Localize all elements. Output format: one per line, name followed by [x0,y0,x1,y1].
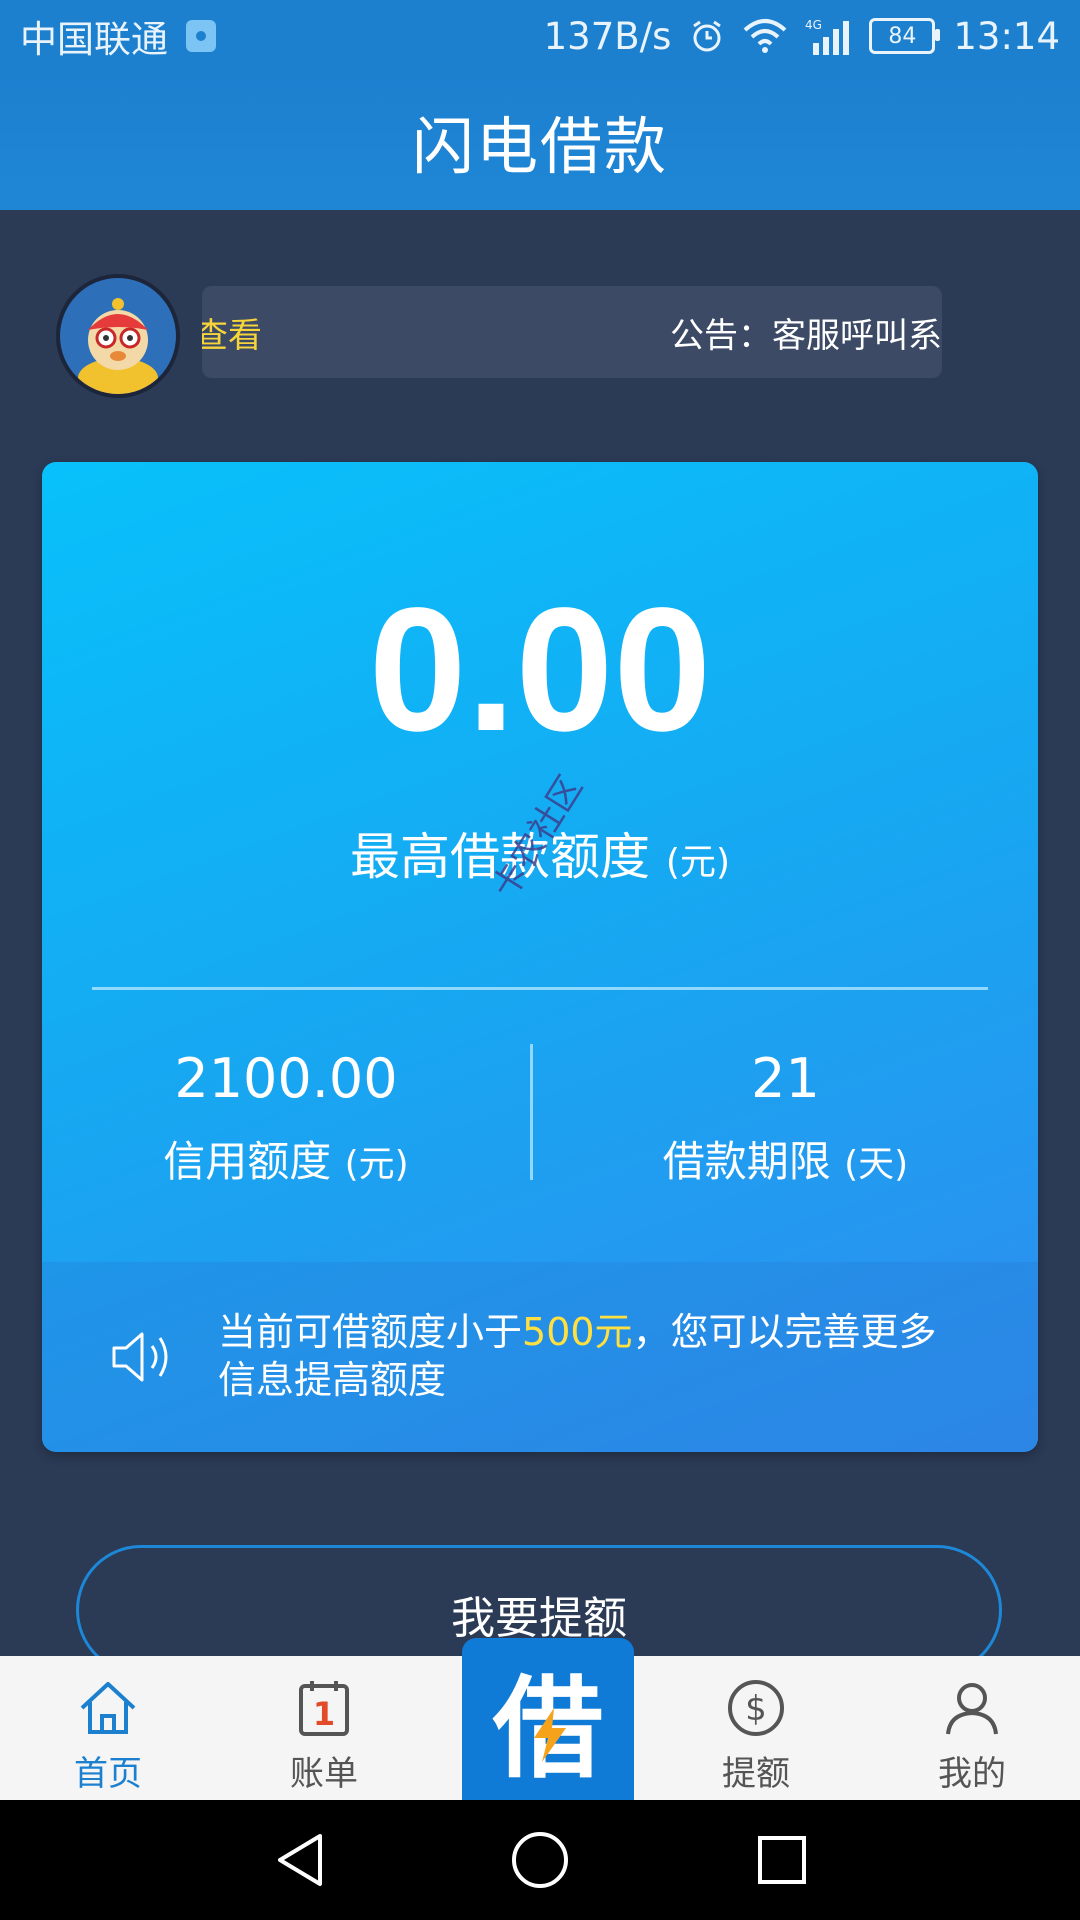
credit-limit-label: 信用额度 (元) [42,1128,530,1189]
credit-limit-value: 2100.00 [174,1047,398,1110]
loan-term-unit: (天) [844,1144,909,1185]
loan-term-value: 21 [751,1047,820,1110]
credit-limit-label-text: 信用额度 [163,1137,332,1186]
nav-raise[interactable]: $ 提额 [648,1656,864,1800]
nav-mine-label: 我的 [938,1754,1006,1794]
battery-level: 84 [888,23,917,49]
nav-mine[interactable]: 我的 [864,1656,1080,1800]
battery-icon: 84 [869,18,941,54]
announcement-ticker[interactable]: 查看 公告：客服呼叫系 [202,286,942,378]
carrier-name: 中国联通 [20,18,168,61]
signal-icon: 4G [805,18,850,55]
dollar-icon: $ [728,1680,784,1736]
nav-bills-label: 账单 [290,1754,358,1794]
max-loan-unit: (元) [665,842,730,883]
nav-borrow[interactable]: 借 [462,1638,634,1800]
ticker-text: 公告：客服呼叫系 [670,316,942,356]
back-icon[interactable] [272,1830,328,1890]
page-title: 闪电借款 [411,110,668,183]
nav-home[interactable]: 首页 [0,1656,216,1800]
wifi-icon [744,19,787,53]
clock: 13:14 [953,14,1060,58]
nav-bills[interactable]: 1 账单 [216,1656,432,1800]
nav-raise-label: 提额 [722,1754,790,1794]
svg-text:$: $ [745,1689,767,1729]
max-loan-amount: 0.00 [368,572,712,768]
ticker-link-text[interactable]: 查看 [202,308,262,357]
loan-card: 0.00 最高借款额度 (元) 2100.00 信用额度 (元) 21 借款期限… [42,462,1038,1452]
location-icon [186,20,216,52]
credit-limit-unit: (元) [344,1144,409,1185]
loan-term-label-text: 借款期限 [662,1137,831,1186]
loan-term-stat: 21 借款期限 (天) [533,1052,1038,1189]
app-header: 闪电借款 [0,72,1080,210]
mascot-icon [60,278,176,394]
alarm-icon [693,20,722,52]
card-divider [92,987,988,990]
net-speed: 137B/s [543,14,672,58]
recents-icon[interactable] [754,1830,810,1890]
network-type: 4G [805,18,822,32]
nav-home-label: 首页 [74,1754,142,1794]
status-bar: 中国联通 137B/s 4G 84 13:14 [0,0,1080,72]
avatar[interactable] [56,274,180,398]
tip-banner[interactable]: 当前可借额度小于500元，您可以完善更多信息提高额度 [42,1262,1038,1452]
calendar-icon: 1 [299,1681,349,1736]
loan-term-label: 借款期限 (天) [533,1128,1038,1189]
tip-text-pre: 当前可借额度小于 [218,1310,523,1354]
system-nav-bar [0,1800,1080,1920]
speaker-icon [112,1332,168,1382]
bill-badge: 1 [313,1695,335,1733]
credit-limit-stat: 2100.00 信用额度 (元) [42,1052,530,1189]
tip-highlight: 500元 [522,1310,633,1354]
user-icon [946,1683,998,1735]
home-button-icon[interactable] [510,1830,570,1890]
home-icon [80,1682,136,1734]
lightning-icon [534,1708,566,1762]
tip-text: 当前可借额度小于500元，您可以完善更多信息提高额度 [218,1308,958,1404]
